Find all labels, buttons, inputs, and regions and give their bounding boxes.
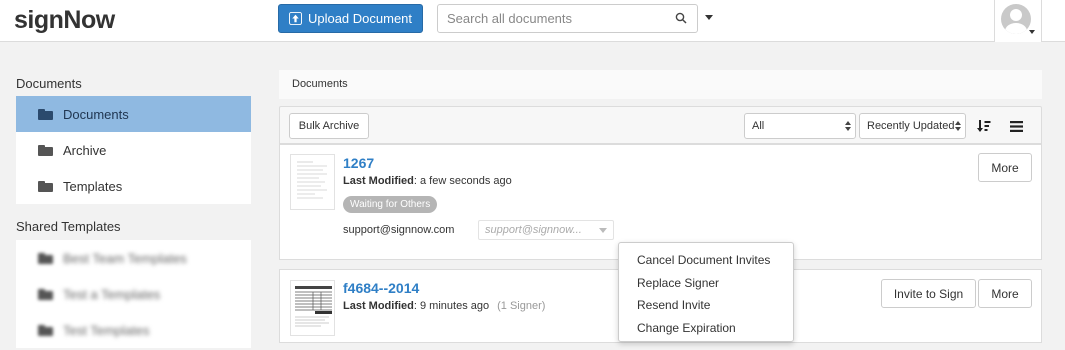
search-input[interactable] [438, 5, 658, 32]
bulk-archive-button[interactable]: Bulk Archive [289, 113, 369, 139]
signer-email: support@signnow.com [343, 224, 455, 236]
sidebar-item-label: Test a Templates [63, 286, 161, 302]
open-folder-icon [38, 108, 53, 120]
top-header: signNow Upload Document [0, 0, 1065, 42]
search-icon[interactable] [675, 12, 687, 24]
last-modified-value: : 9 minutes ago [413, 300, 490, 312]
menu-item-cancel-invites[interactable]: Cancel Document Invites [619, 249, 793, 272]
menu-item-change-expiration[interactable]: Change Expiration [619, 317, 793, 340]
signer-select[interactable]: support@signnow... [478, 220, 614, 240]
last-modified: Last Modified: 9 minutes ago (1 Signer) [343, 300, 545, 312]
status-badge: Waiting for Others [343, 196, 438, 213]
document-thumbnail[interactable] [290, 154, 335, 210]
filter-select-value: All [752, 120, 765, 132]
more-actions-menu: Cancel Document Invites Replace Signer R… [618, 242, 794, 342]
filter-select[interactable]: All [744, 113, 856, 139]
more-button[interactable]: More [978, 279, 1032, 308]
document-preview-icon [295, 286, 332, 327]
documents-nav: Documents Archive Templates [16, 96, 251, 204]
signer-count: (1 Signer) [497, 300, 546, 312]
sidebar-item-templates[interactable]: Templates [16, 168, 251, 204]
folder-icon [38, 324, 53, 336]
avatar[interactable] [1001, 4, 1031, 34]
sidebar-item-shared-template[interactable]: Test a Templates [16, 276, 251, 312]
last-modified-label: Last Modified [343, 300, 414, 312]
documents-toolbar: Bulk Archive All Recently Updated [279, 106, 1042, 144]
sort-direction-icon[interactable] [977, 119, 991, 133]
documents-section-heading: Documents [16, 76, 82, 91]
sidebar-item-shared-template[interactable]: Best Team Templates [16, 240, 251, 276]
sidebar-item-label: Templates [63, 178, 123, 194]
sort-select-value: Recently Updated [867, 120, 955, 132]
upload-document-label: Upload Document [307, 11, 413, 26]
sidebar-item-label: Best Team Templates [63, 250, 187, 266]
shared-templates-nav: Best Team Templates Test a Templates Tes… [16, 240, 251, 348]
document-title-link[interactable]: 1267 [343, 155, 374, 171]
menu-item-resend-invite[interactable]: Resend Invite [619, 294, 793, 317]
shared-templates-heading: Shared Templates [16, 219, 121, 234]
sidebar-item-documents[interactable]: Documents [16, 96, 251, 132]
last-modified-label: Last Modified [343, 175, 414, 187]
sidebar-item-shared-template[interactable]: Test Templates [16, 312, 251, 348]
document-preview-icon [297, 161, 327, 199]
upload-icon [288, 12, 302, 25]
user-menu[interactable] [994, 0, 1042, 42]
more-button[interactable]: More [978, 153, 1032, 182]
select-arrows-icon [955, 121, 961, 131]
sidebar-item-label: Archive [63, 142, 107, 158]
signnow-logo[interactable]: signNow [14, 6, 115, 35]
document-title-link[interactable]: f4684--2014 [343, 280, 419, 296]
upload-document-button[interactable]: Upload Document [278, 4, 423, 33]
sidebar-item-archive[interactable]: Archive [16, 132, 251, 168]
search-options-caret-icon[interactable] [705, 15, 713, 20]
sidebar-item-label: Documents [63, 106, 129, 122]
document-thumbnail[interactable] [290, 280, 335, 336]
sort-select[interactable]: Recently Updated [859, 113, 966, 139]
breadcrumb: Documents [279, 70, 1042, 99]
last-modified-value: : a few seconds ago [413, 175, 512, 187]
select-arrows-icon [845, 121, 851, 131]
last-modified: Last Modified: a few seconds ago [343, 175, 512, 187]
list-view-icon[interactable] [1010, 121, 1023, 132]
folder-icon [38, 288, 53, 300]
invite-to-sign-button[interactable]: Invite to Sign [881, 279, 976, 308]
chevron-down-icon[interactable] [1029, 30, 1035, 34]
folder-icon [38, 144, 53, 156]
folder-icon [38, 252, 53, 264]
menu-item-replace-signer[interactable]: Replace Signer [619, 272, 793, 295]
folder-icon [38, 180, 53, 192]
search-box[interactable] [437, 4, 698, 33]
sidebar-item-label: Test Templates [63, 322, 150, 338]
